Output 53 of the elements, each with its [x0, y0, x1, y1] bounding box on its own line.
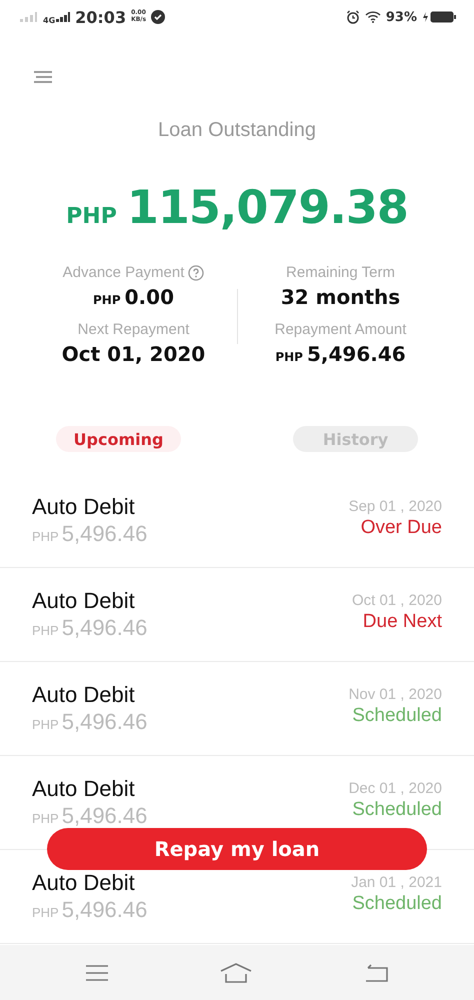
payment-status: Scheduled	[352, 705, 442, 728]
payment-status: Due Next	[362, 611, 442, 634]
currency-label: PHP	[32, 812, 59, 828]
summary-value: 5,496.46	[306, 342, 406, 366]
summary-label: Remaining Term	[286, 264, 395, 281]
payment-status: Over Due	[360, 517, 442, 540]
alarm-clock-icon	[346, 10, 360, 24]
payment-amount: 5,496.46	[62, 521, 148, 547]
currency-label: PHP	[32, 530, 59, 546]
payment-method: Auto Debit	[32, 776, 136, 802]
back-icon[interactable]	[364, 964, 388, 982]
summary-label: Advance Payment	[62, 264, 184, 281]
clock-time: 20:03	[75, 8, 126, 26]
payment-status: Scheduled	[352, 799, 442, 822]
page-title: Loan Outstanding	[157, 119, 317, 142]
currency-label: PHP	[32, 624, 59, 640]
signal-icon	[56, 12, 70, 22]
currency-label: PHP	[93, 293, 121, 307]
payment-method: Auto Debit	[32, 870, 136, 896]
payment-date: Oct 01 , 2020	[352, 592, 442, 610]
summary-label: Repayment Amount	[274, 321, 406, 338]
currency-label: PHP	[32, 906, 59, 922]
payment-amount: 5,496.46	[62, 803, 148, 829]
payment-amount: 5,496.46	[62, 615, 148, 641]
payment-status: Scheduled	[352, 893, 442, 916]
currency-label: PHP	[275, 350, 303, 364]
signal-icon	[20, 12, 38, 22]
home-icon[interactable]	[220, 962, 252, 982]
summary-value: Oct 01, 2020	[62, 342, 206, 366]
payment-method: Auto Debit	[32, 588, 136, 614]
summary-label: Next Repayment	[78, 321, 190, 338]
currency-label: PHP	[66, 204, 117, 229]
payment-date: Sep 01 , 2020	[348, 498, 442, 516]
wifi-icon	[364, 11, 381, 23]
battery-charging-icon	[422, 11, 456, 23]
summary-value: 0.00	[124, 285, 174, 309]
payment-date: Jan 01 , 2021	[351, 874, 442, 892]
check-circle-icon	[151, 10, 166, 24]
payment-method: Auto Debit	[32, 682, 136, 708]
payment-date: Nov 01 , 2020	[348, 686, 442, 704]
repay-button[interactable]: Repay my loan	[47, 828, 427, 870]
currency-label: PHP	[32, 718, 59, 734]
payment-amount: 5,496.46	[62, 709, 148, 735]
tab[interactable]: Upcoming	[56, 426, 181, 452]
summary-value: 32 months	[280, 285, 400, 309]
network-type: 4G	[43, 16, 56, 24]
outstanding-amount: 115,079.38	[126, 180, 408, 234]
payment-method: Auto Debit	[32, 494, 136, 520]
menu-icon[interactable]	[86, 964, 108, 980]
battery-percent: 93%	[386, 10, 417, 24]
payment-date: Dec 01 , 2020	[348, 780, 442, 798]
help-icon[interactable]	[188, 264, 204, 280]
payment-amount: 5,496.46	[62, 897, 148, 923]
